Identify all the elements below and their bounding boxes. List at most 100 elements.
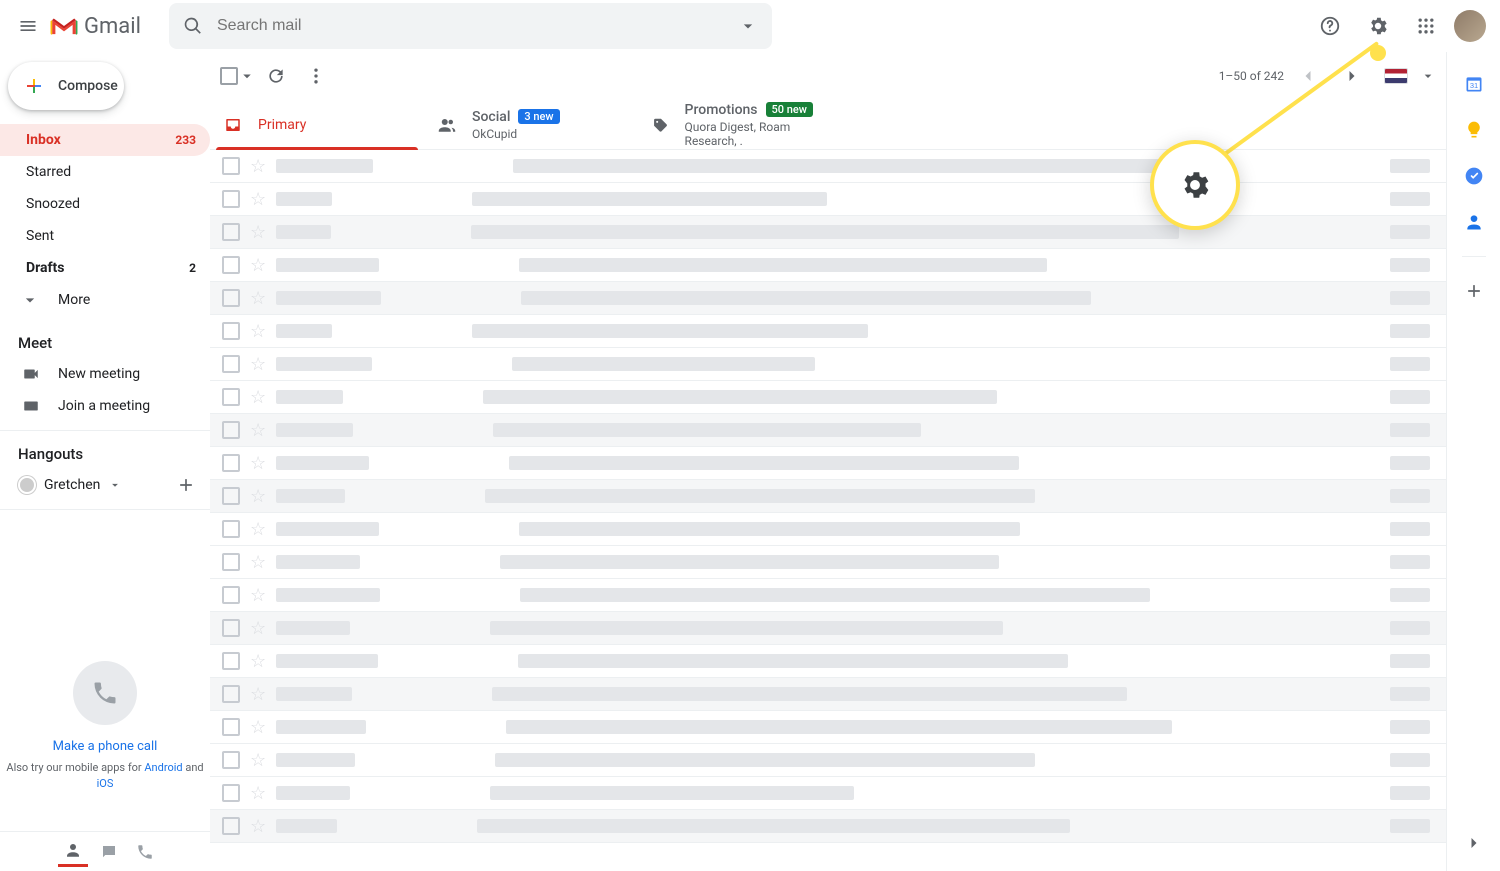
email-row[interactable]: ☆ xyxy=(210,381,1446,414)
footer-tab-chat[interactable] xyxy=(58,837,88,867)
support-button[interactable] xyxy=(1310,6,1350,46)
row-checkbox[interactable] xyxy=(222,817,240,835)
tab-primary[interactable]: Primary xyxy=(210,100,424,149)
star-icon[interactable]: ☆ xyxy=(250,222,266,243)
gmail-logo[interactable]: Gmail xyxy=(50,14,141,39)
star-icon[interactable]: ☆ xyxy=(250,189,266,210)
row-checkbox[interactable] xyxy=(222,784,240,802)
email-row[interactable]: ☆ xyxy=(210,282,1446,315)
star-icon[interactable]: ☆ xyxy=(250,354,266,375)
email-row[interactable]: ☆ xyxy=(210,546,1446,579)
row-checkbox[interactable] xyxy=(222,454,240,472)
tab-promotions[interactable]: Promotions 50 new Quora Digest, Roam Res… xyxy=(638,100,852,149)
row-checkbox[interactable] xyxy=(222,223,240,241)
compose-button[interactable]: Compose xyxy=(8,62,124,110)
more-actions-button[interactable] xyxy=(296,56,336,96)
meet-new-meeting[interactable]: New meeting xyxy=(0,358,210,390)
star-icon[interactable]: ☆ xyxy=(250,816,266,837)
email-list[interactable]: ☆ ☆ ☆ ☆ ☆ ☆ ☆ ☆ ☆ ☆ ☆ ☆ ☆ ☆ ☆ ☆ ☆ ☆ ☆ ☆ ☆ xyxy=(210,150,1446,871)
email-row[interactable]: ☆ xyxy=(210,414,1446,447)
sidepanel-keep[interactable] xyxy=(1454,110,1494,150)
row-checkbox[interactable] xyxy=(222,487,240,505)
row-checkbox[interactable] xyxy=(222,652,240,670)
star-icon[interactable]: ☆ xyxy=(250,387,266,408)
star-icon[interactable]: ☆ xyxy=(250,420,266,441)
star-icon[interactable]: ☆ xyxy=(250,453,266,474)
email-row[interactable]: ☆ xyxy=(210,579,1446,612)
star-icon[interactable]: ☆ xyxy=(250,651,266,672)
row-checkbox[interactable] xyxy=(222,157,240,175)
email-row[interactable]: ☆ xyxy=(210,183,1446,216)
row-checkbox[interactable] xyxy=(222,289,240,307)
sidebar-item-drafts[interactable]: Drafts 2 xyxy=(0,252,210,284)
footer-tab-phone[interactable] xyxy=(130,837,160,867)
account-avatar[interactable] xyxy=(1454,10,1486,42)
star-icon[interactable]: ☆ xyxy=(250,552,266,573)
email-row[interactable]: ☆ xyxy=(210,645,1446,678)
sidebar-item-starred[interactable]: Starred xyxy=(0,156,210,188)
star-icon[interactable]: ☆ xyxy=(250,519,266,540)
tab-social[interactable]: Social 3 new OkCupid xyxy=(424,100,638,149)
input-tools-button[interactable] xyxy=(1376,56,1416,96)
select-all-checkbox[interactable] xyxy=(220,67,256,85)
search-options-icon[interactable] xyxy=(738,16,758,36)
sidebar-item-snoozed[interactable]: Snoozed xyxy=(0,188,210,220)
row-checkbox[interactable] xyxy=(222,388,240,406)
ios-link[interactable]: iOS xyxy=(97,777,114,790)
row-checkbox[interactable] xyxy=(222,421,240,439)
email-row[interactable]: ☆ xyxy=(210,447,1446,480)
settings-button[interactable] xyxy=(1358,6,1398,46)
star-icon[interactable]: ☆ xyxy=(250,783,266,804)
star-icon[interactable]: ☆ xyxy=(250,288,266,309)
star-icon[interactable]: ☆ xyxy=(250,156,266,177)
new-chat-plus-icon[interactable] xyxy=(176,475,196,495)
google-apps-button[interactable] xyxy=(1406,6,1446,46)
email-row[interactable]: ☆ xyxy=(210,678,1446,711)
row-checkbox[interactable] xyxy=(222,751,240,769)
sidepanel-contacts[interactable] xyxy=(1454,202,1494,242)
select-all-dropdown[interactable] xyxy=(238,67,256,85)
refresh-button[interactable] xyxy=(256,56,296,96)
email-row[interactable]: ☆ xyxy=(210,249,1446,282)
make-phone-call-link[interactable]: Make a phone call xyxy=(53,739,158,754)
row-checkbox[interactable] xyxy=(222,586,240,604)
email-row[interactable]: ☆ xyxy=(210,216,1446,249)
sidebar-item-sent[interactable]: Sent xyxy=(0,220,210,252)
email-row[interactable]: ☆ xyxy=(210,480,1446,513)
star-icon[interactable]: ☆ xyxy=(250,684,266,705)
star-icon[interactable]: ☆ xyxy=(250,321,266,342)
sidebar-item-inbox[interactable]: Inbox 233 xyxy=(0,124,210,156)
caret-down-icon[interactable] xyxy=(1420,68,1436,84)
footer-tab-hangouts[interactable] xyxy=(94,837,124,867)
star-icon[interactable]: ☆ xyxy=(250,486,266,507)
email-row[interactable]: ☆ xyxy=(210,513,1446,546)
row-checkbox[interactable] xyxy=(222,553,240,571)
android-link[interactable]: Android xyxy=(144,761,182,774)
search-bar[interactable] xyxy=(169,3,772,49)
email-row[interactable]: ☆ xyxy=(210,744,1446,777)
sidepanel-addons[interactable] xyxy=(1454,271,1494,311)
email-row[interactable]: ☆ xyxy=(210,810,1446,843)
search-input[interactable] xyxy=(217,17,724,35)
row-checkbox[interactable] xyxy=(222,256,240,274)
meet-join-meeting[interactable]: Join a meeting xyxy=(0,390,210,422)
email-row[interactable]: ☆ xyxy=(210,348,1446,381)
star-icon[interactable]: ☆ xyxy=(250,618,266,639)
main-menu-button[interactable] xyxy=(8,6,48,46)
sidepanel-collapse[interactable] xyxy=(1454,823,1494,863)
sidebar-item-more[interactable]: More xyxy=(0,284,210,316)
row-checkbox[interactable] xyxy=(222,190,240,208)
star-icon[interactable]: ☆ xyxy=(250,717,266,738)
email-row[interactable]: ☆ xyxy=(210,315,1446,348)
hangouts-user-row[interactable]: Gretchen xyxy=(0,469,210,501)
star-icon[interactable]: ☆ xyxy=(250,585,266,606)
email-row[interactable]: ☆ xyxy=(210,150,1446,183)
row-checkbox[interactable] xyxy=(222,322,240,340)
sidepanel-calendar[interactable]: 31 xyxy=(1454,64,1494,104)
email-row[interactable]: ☆ xyxy=(210,711,1446,744)
sidepanel-tasks[interactable] xyxy=(1454,156,1494,196)
row-checkbox[interactable] xyxy=(222,355,240,373)
row-checkbox[interactable] xyxy=(222,685,240,703)
star-icon[interactable]: ☆ xyxy=(250,750,266,771)
row-checkbox[interactable] xyxy=(222,520,240,538)
